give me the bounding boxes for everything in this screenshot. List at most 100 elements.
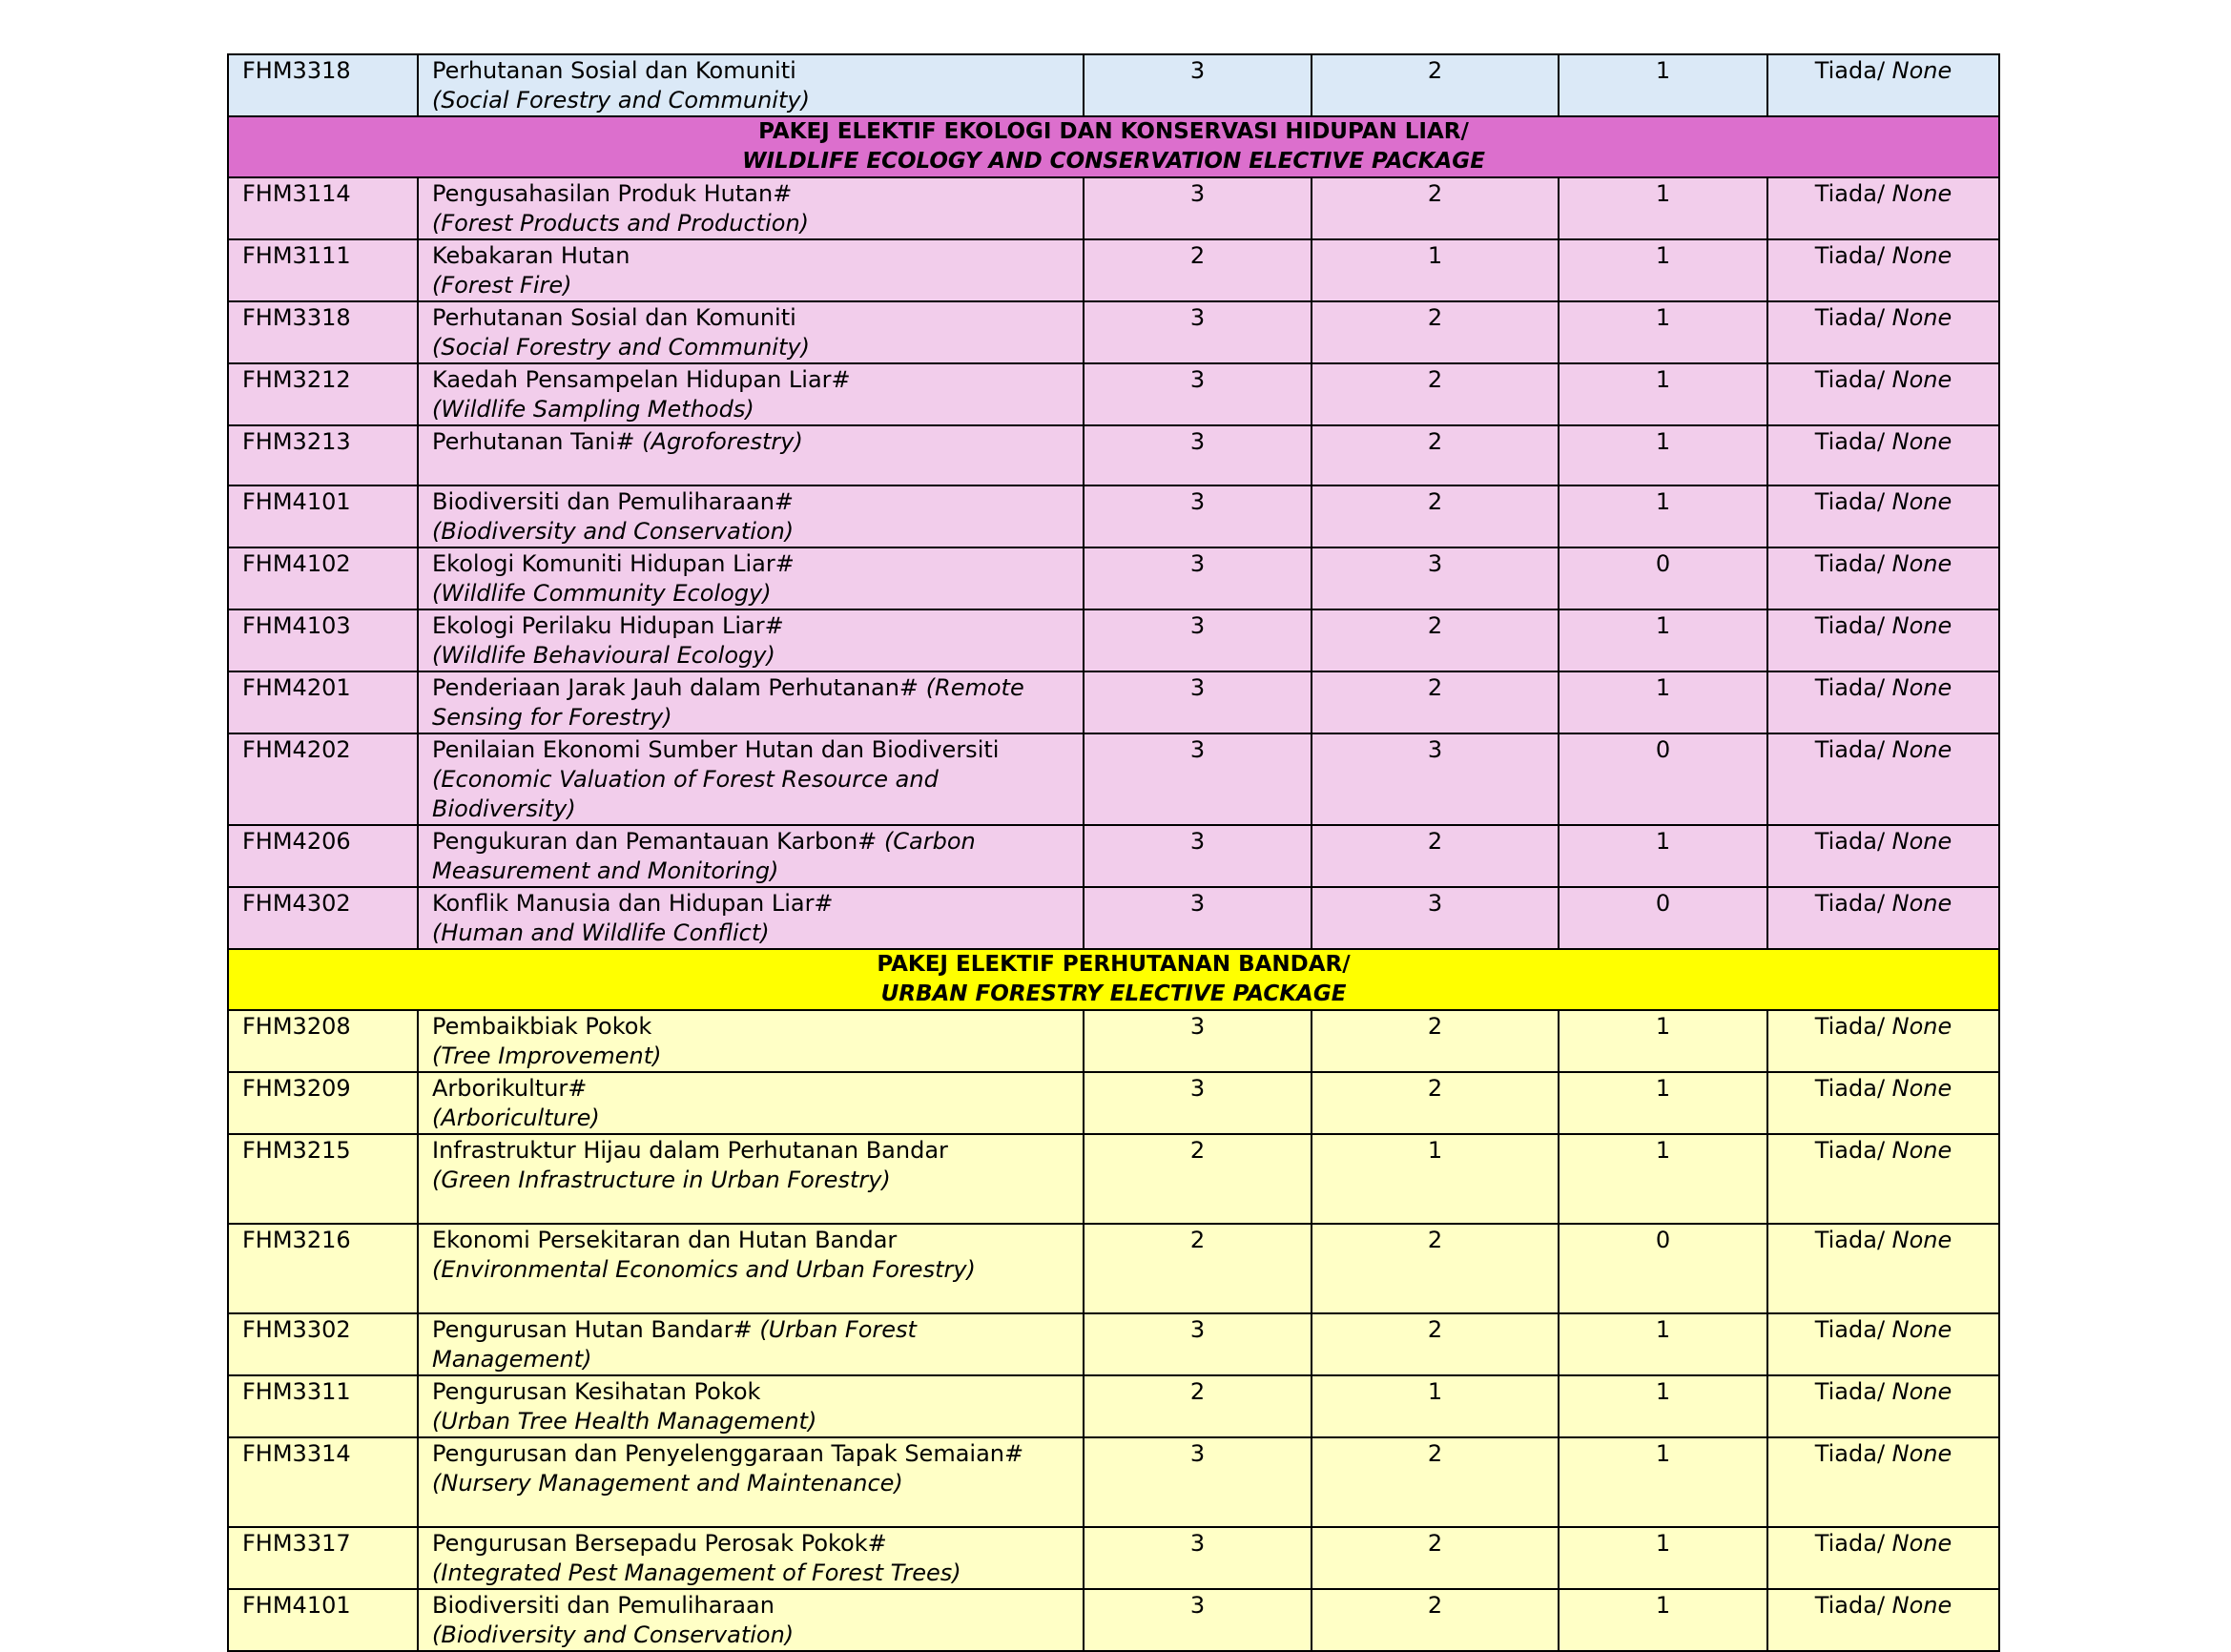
course-code: FHM3215 — [227, 1133, 419, 1225]
practical-hours: 1 — [1558, 300, 1768, 364]
elective-course-table: FHM3318 Perhutanan Sosial dan Komuniti (So… — [227, 53, 2000, 1652]
course-name-malay: Perhutanan Tani# — [432, 428, 635, 455]
prerequisite-malay: Tiada/ — [1814, 1440, 1886, 1467]
theory-hours: 3 — [1311, 886, 1560, 950]
credit-hours: 3 — [1083, 609, 1312, 672]
table-row: FHM3302 Pengurusan Hutan Bandar# (Urban F… — [227, 1312, 2000, 1376]
table-row: FHM4302 Konflik Manusia dan Hidupan Liar#… — [227, 886, 2000, 950]
practical-hours: 1 — [1558, 1312, 1768, 1376]
package-title-malay: PAKEJ ELEKTIF EKOLOGI DAN KONSERVASI HID… — [758, 119, 1469, 144]
course-name-malay: Kebakaran Hutan — [432, 242, 630, 269]
prerequisite: Tiada/ None — [1766, 1071, 2000, 1135]
course-name: Pengurusan Kesihatan Pokok (Urban Tree He… — [417, 1374, 1085, 1438]
course-code: FHM4202 — [227, 733, 419, 826]
package-header: PAKEJ ELEKTIF PERHUTANAN BANDAR/URBAN FO… — [227, 948, 2000, 1011]
prerequisite: Tiada/ None — [1766, 1374, 2000, 1438]
credit-hours: 2 — [1083, 238, 1312, 302]
prerequisite: Tiada/ None — [1766, 824, 2000, 888]
table-row: FHM3311 Pengurusan Kesihatan Pokok (Urban … — [227, 1374, 2000, 1438]
course-name-malay: Pengusahasilan Produk Hutan# — [432, 180, 793, 207]
course-name-malay: Kaedah Pensampelan Hidupan Liar# — [432, 366, 851, 393]
course-name: Ekologi Komuniti Hidupan Liar# (Wildlife … — [417, 547, 1085, 610]
course-name-malay: Ekologi Komuniti Hidupan Liar# — [432, 550, 795, 577]
prerequisite-english: None — [1885, 242, 1952, 269]
credit-hours: 3 — [1083, 824, 1312, 888]
prerequisite: Tiada/ None — [1766, 547, 2000, 610]
credit-hours: 3 — [1083, 424, 1312, 486]
table-row: FHM4202 Penilaian Ekonomi Sumber Hutan da… — [227, 733, 2000, 826]
course-name-malay: Konflik Manusia dan Hidupan Liar# — [432, 890, 834, 917]
table-row: FHM3209 Arborikultur# (Arboriculture) 3 2 1 Ti… — [227, 1071, 2000, 1135]
prerequisite-malay: Tiada/ — [1814, 180, 1886, 207]
prerequisite-english: None — [1885, 1592, 1952, 1619]
prerequisite-english: None — [1885, 674, 1952, 701]
credit-hours: 3 — [1083, 1009, 1312, 1073]
course-name: Perhutanan Sosial dan Komuniti (Social Fo… — [417, 300, 1085, 364]
theory-hours: 1 — [1311, 1374, 1560, 1438]
prerequisite: Tiada/ None — [1766, 1223, 2000, 1314]
course-name: Konflik Manusia dan Hidupan Liar# (Human … — [417, 886, 1085, 950]
credit-hours: 3 — [1083, 485, 1312, 548]
course-name-english: (Biodiversity and Conservation) — [432, 518, 795, 545]
theory-hours: 3 — [1311, 733, 1560, 826]
prerequisite-english: None — [1885, 366, 1952, 393]
course-code: FHM3314 — [227, 1436, 419, 1528]
prerequisite-malay: Tiada/ — [1814, 1013, 1886, 1040]
theory-hours: 2 — [1311, 609, 1560, 672]
table-row: FHM4206 Pengukuran dan Pemantauan Karbon#… — [227, 824, 2000, 888]
prerequisite-english: None — [1885, 304, 1952, 331]
course-name-malay: Infrastruktur Hijau dalam Perhutanan Ban… — [432, 1137, 948, 1164]
course-name-malay: Ekologi Perilaku Hidupan Liar# — [432, 612, 784, 639]
prerequisite-english: None — [1885, 550, 1952, 577]
practical-hours: 1 — [1558, 53, 1768, 117]
prerequisite: Tiada/ None — [1766, 1312, 2000, 1376]
table-row: FHM4101 Biodiversiti dan Pemuliharaan# (Bi… — [227, 485, 2000, 548]
prerequisite-english: None — [1885, 1378, 1952, 1405]
course-name-english: (Environmental Economics and Urban Fores… — [432, 1256, 976, 1283]
table-row: FHM4101 Biodiversiti dan Pemuliharaan (Bio… — [227, 1588, 2000, 1652]
credit-hours: 2 — [1083, 1223, 1312, 1314]
prerequisite-malay: Tiada/ — [1814, 890, 1886, 917]
prerequisite-malay: Tiada/ — [1814, 304, 1886, 331]
course-name-malay: Pengurusan Bersepadu Perosak Pokok# — [432, 1530, 887, 1557]
course-code: FHM4103 — [227, 609, 419, 672]
course-name: Pengusahasilan Produk Hutan# (Forest Prod… — [417, 176, 1085, 240]
course-name-english: (Integrated Pest Management of Forest Tr… — [432, 1559, 961, 1586]
course-code: FHM4101 — [227, 485, 419, 548]
prerequisite: Tiada/ None — [1766, 1588, 2000, 1652]
prerequisite-english: None — [1885, 736, 1952, 763]
prerequisite-english: None — [1885, 488, 1952, 515]
practical-hours: 1 — [1558, 1133, 1768, 1225]
package-header-cell: PAKEJ ELEKTIF PERHUTANAN BANDAR/URBAN FO… — [227, 948, 2000, 1011]
prerequisite-malay: Tiada/ — [1814, 828, 1886, 855]
practical-hours: 1 — [1558, 485, 1768, 548]
course-code: FHM4102 — [227, 547, 419, 610]
theory-hours: 2 — [1311, 671, 1560, 734]
prerequisite-malay: Tiada/ — [1814, 366, 1886, 393]
prerequisite-english: None — [1885, 1530, 1952, 1557]
prerequisite-english: None — [1885, 1013, 1952, 1040]
course-code: FHM3213 — [227, 424, 419, 486]
course-name: Pembaikbiak Pokok (Tree Improvement) — [417, 1009, 1085, 1073]
course-code: FHM3212 — [227, 362, 419, 426]
practical-hours: 0 — [1558, 547, 1768, 610]
practical-hours: 1 — [1558, 1436, 1768, 1528]
practical-hours: 0 — [1558, 733, 1768, 826]
course-name-english: (Economic Valuation of Forest Resource a… — [432, 766, 939, 822]
course-name-english: (Social Forestry and Community) — [432, 87, 810, 114]
prerequisite-malay: Tiada/ — [1814, 1137, 1886, 1164]
practical-hours: 1 — [1558, 1588, 1768, 1652]
package-title-english: WILDLIFE ECOLOGY AND CONSERVATION ELECTI… — [742, 149, 1485, 174]
practical-hours: 0 — [1558, 1223, 1768, 1314]
prerequisite: Tiada/ None — [1766, 1009, 2000, 1073]
table-row: FHM4102 Ekologi Komuniti Hidupan Liar# (Wi… — [227, 547, 2000, 610]
table-row: FHM3111 Kebakaran Hutan (Forest Fire) 2 1 1 Ti… — [227, 238, 2000, 302]
course-name-english: (Tree Improvement) — [432, 1043, 662, 1069]
prerequisite-malay: Tiada/ — [1814, 1530, 1886, 1557]
prerequisite: Tiada/ None — [1766, 1436, 2000, 1528]
practical-hours: 1 — [1558, 238, 1768, 302]
credit-hours: 3 — [1083, 1588, 1312, 1652]
course-name: Arborikultur# (Arboriculture) — [417, 1071, 1085, 1135]
prerequisite: Tiada/ None — [1766, 886, 2000, 950]
prerequisite: Tiada/ None — [1766, 53, 2000, 117]
